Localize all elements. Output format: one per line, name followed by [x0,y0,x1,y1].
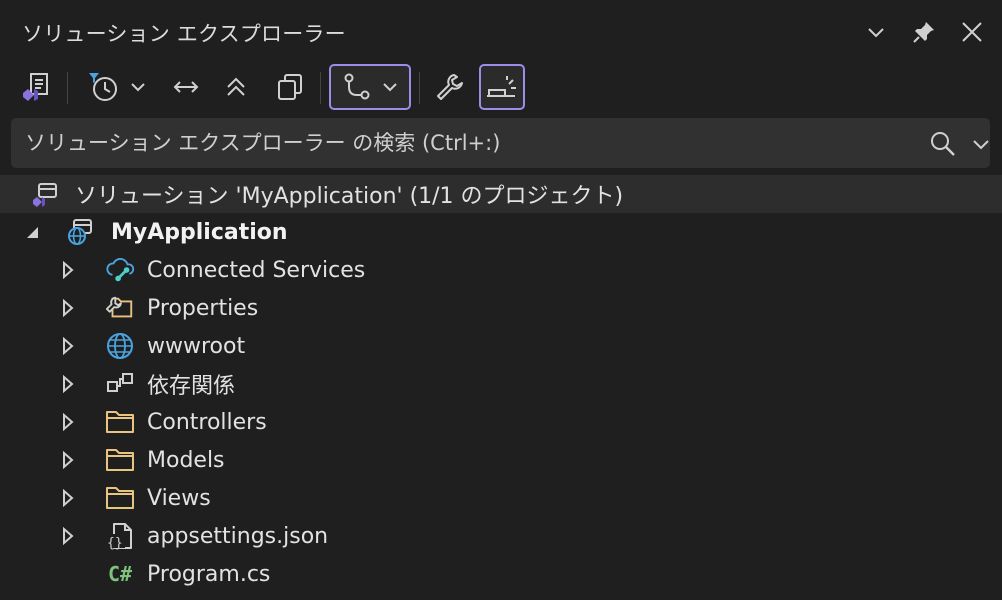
tree-item-solution[interactable]: ソリューション 'MyApplication' (1/1 のプロジェクト) [0,175,1002,213]
web-project-icon [65,217,95,247]
solution-explorer-panel: ソリューション エクスプローラー ソリューション エクスプローラー の検索 (C… [0,0,1002,600]
pin-icon [912,20,936,44]
chevron-down-icon [381,78,399,96]
collapsed-arrow-icon[interactable] [58,450,78,470]
tree-item-label: Connected Services [147,257,366,283]
tree-item-label: Controllers [147,409,267,435]
folder-icon [105,445,135,475]
tree-item-project[interactable]: MyApplication [0,213,1002,251]
tree-item-properties[interactable]: Properties [0,289,1002,327]
expanded-arrow-icon[interactable] [22,222,42,242]
collapse-all-button[interactable] [216,64,256,110]
switch-views-button[interactable] [16,64,56,110]
connected-services-icon [105,255,135,285]
csharp-file-icon: C# [107,562,133,586]
svg-text:{}: {} [107,536,123,551]
tree-item-label: Models [147,447,225,473]
search-icon[interactable] [929,130,957,158]
preview-icon [485,72,519,102]
solution-label: ソリューション 'MyApplication' (1/1 のプロジェクト) [75,184,624,209]
search-input[interactable] [25,128,885,158]
solution-icon [30,179,60,209]
title-bar: ソリューション エクスプローラー [0,0,1002,62]
tree-item-label: wwwroot [147,333,246,359]
tree-item-label: Views [147,485,211,511]
search-options-chevron-icon[interactable] [969,132,995,158]
folder-icon [105,407,135,437]
sync-arrows-icon [172,73,200,101]
chevron-down-icon [866,22,886,42]
git-changes-button[interactable] [329,64,411,110]
tree-item-connected-services[interactable]: Connected Services [0,251,1002,289]
tree-item-program-cs[interactable]: C# Program.cs [0,555,1002,593]
tree-item-label: Properties [147,295,259,321]
folder-icon [105,483,135,513]
properties-folder-icon [105,293,135,323]
window-options-button[interactable] [860,16,892,48]
collapsed-arrow-icon[interactable] [58,298,78,318]
solution-views-icon [20,71,52,103]
project-label: MyApplication [111,219,288,245]
globe-icon [105,331,135,361]
git-branch-icon [341,71,373,103]
preview-selected-items-button[interactable] [479,64,525,110]
collapsed-arrow-icon[interactable] [58,412,78,432]
tree-item-appsettings[interactable]: {} appsettings.json [0,517,1002,555]
tree-item-label: 依存関係 [147,374,236,399]
chevron-down-icon [129,78,147,96]
dependencies-icon [105,369,135,399]
pending-changes-filter-button[interactable] [78,64,154,110]
history-filter-icon [85,71,121,103]
close-button[interactable] [956,16,988,48]
wrench-icon [435,72,465,102]
tree-item-views[interactable]: Views [0,479,1002,517]
tree-item-models[interactable]: Models [0,441,1002,479]
collapsed-arrow-icon[interactable] [58,526,78,546]
collapsed-arrow-icon[interactable] [58,336,78,356]
search-box[interactable] [11,118,990,168]
tree-item-label: appsettings.json [147,523,329,549]
tree-item-dependencies[interactable]: 依存関係 [0,365,1002,403]
collapse-all-icon [222,73,250,101]
sync-with-active-document-button[interactable] [166,64,206,110]
tree-item-controllers[interactable]: Controllers [0,403,1002,441]
json-file-icon: {} [105,521,135,551]
collapsed-arrow-icon[interactable] [58,260,78,280]
panel-title: ソリューション エクスプローラー [22,22,346,46]
copy-files-icon [275,72,305,102]
pin-button[interactable] [908,16,940,48]
tree-item-wwwroot[interactable]: wwwroot [0,327,1002,365]
toolbar-separator [419,72,420,104]
toolbar [0,62,1002,114]
toolbar-separator [67,72,68,104]
toolbar-separator [320,72,321,104]
close-icon [961,21,983,43]
properties-button[interactable] [428,64,472,110]
collapsed-arrow-icon[interactable] [58,488,78,508]
show-all-files-button[interactable] [268,64,312,110]
tree-item-label: Program.cs [147,561,271,587]
collapsed-arrow-icon[interactable] [58,374,78,394]
